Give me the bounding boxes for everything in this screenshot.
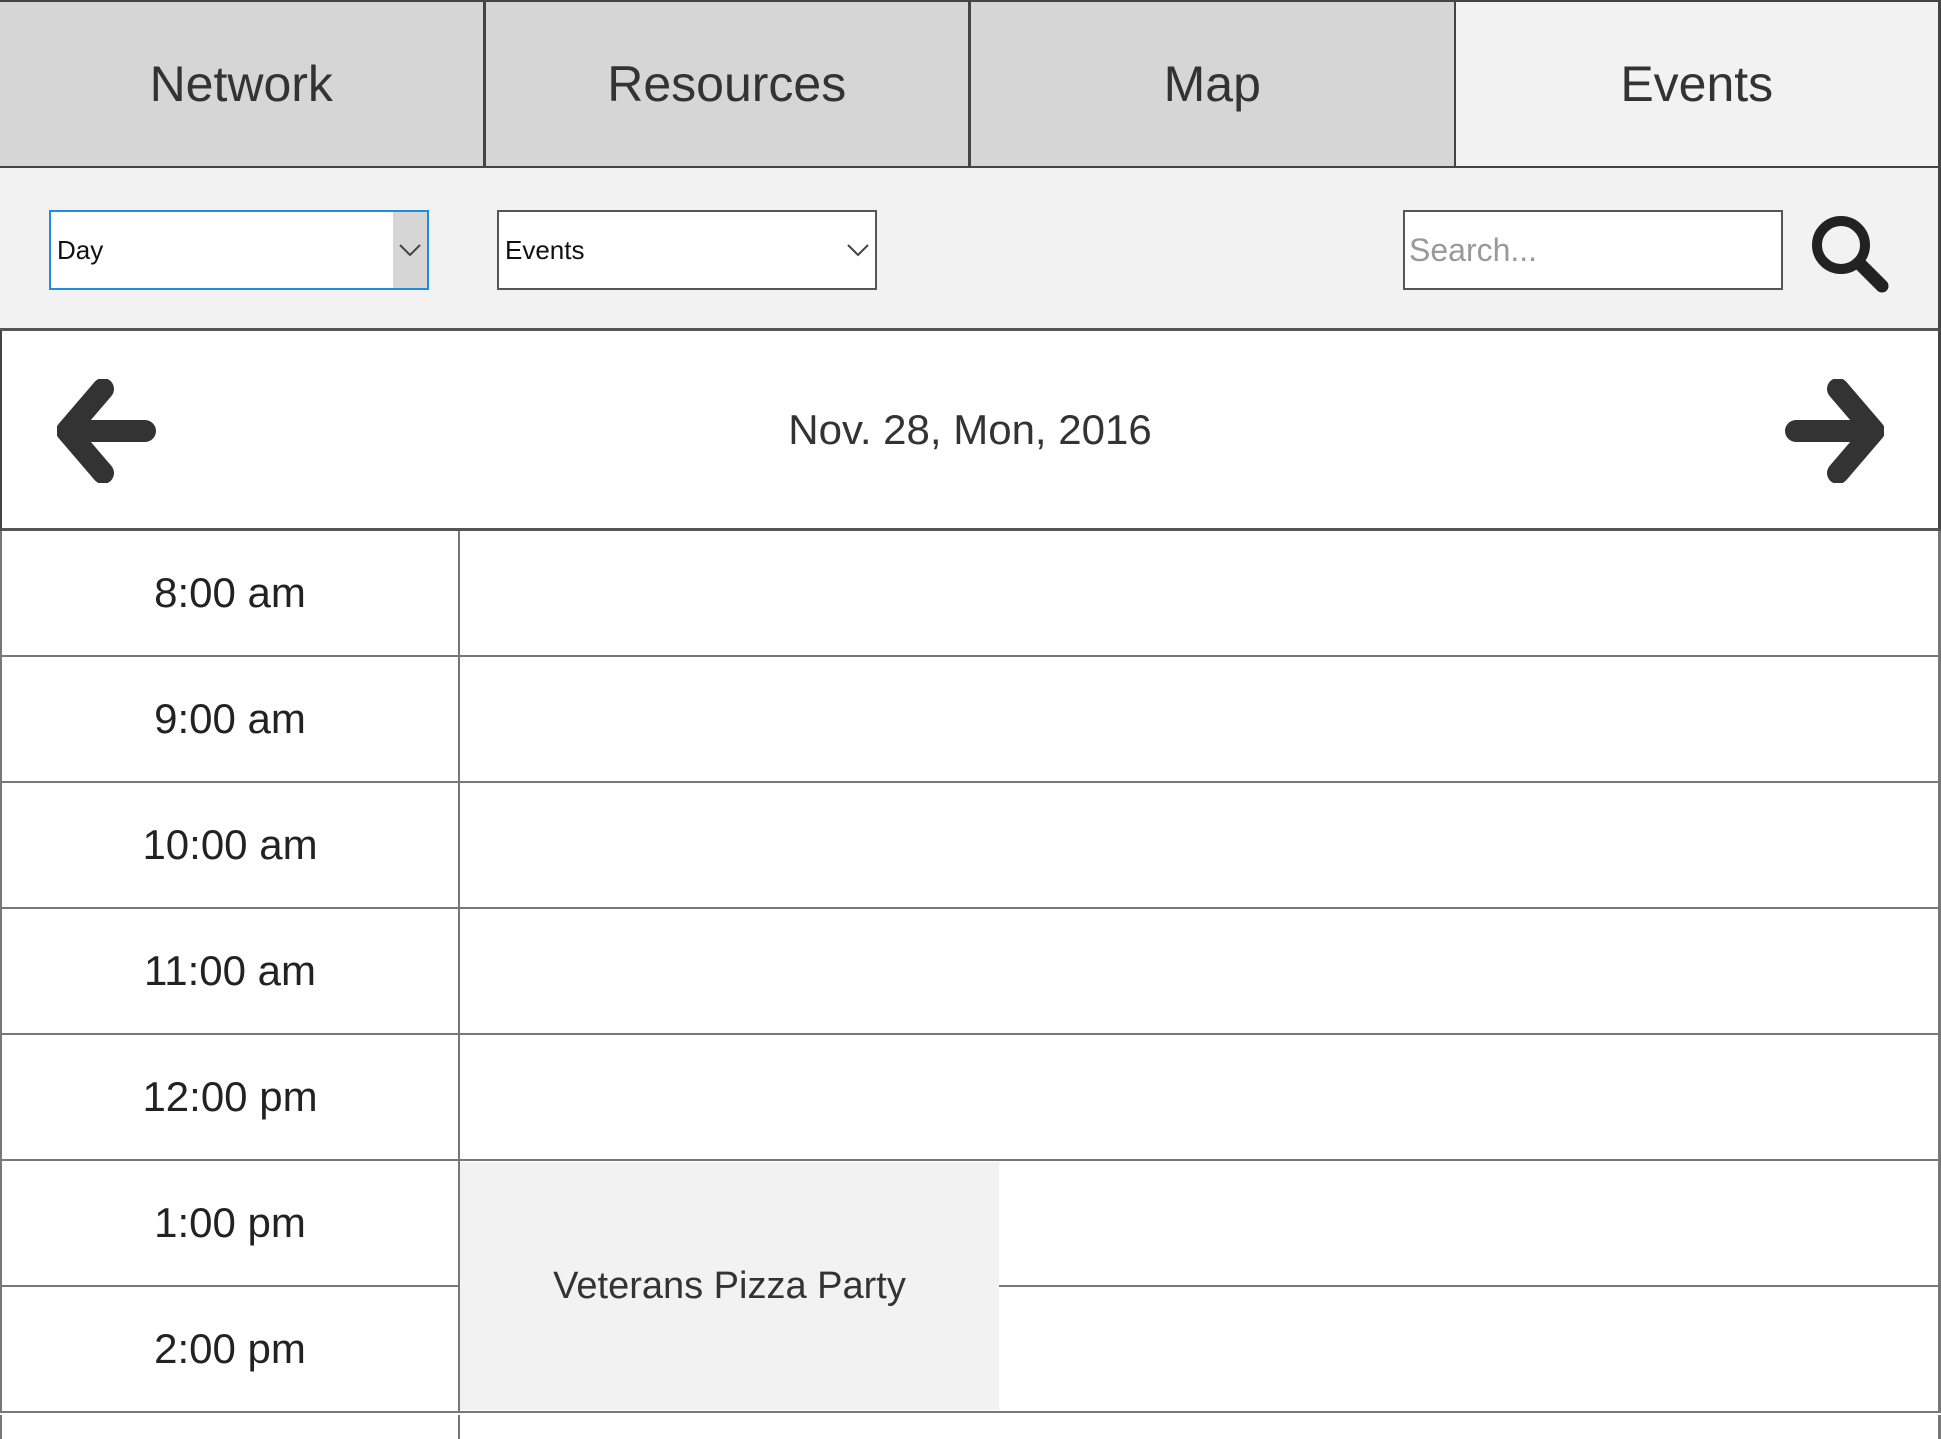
time-row: 8:00 am xyxy=(0,531,1941,657)
tab-network[interactable]: Network xyxy=(0,2,483,166)
time-label: 10:00 am xyxy=(0,783,460,907)
time-label: 1:00 pm xyxy=(0,1161,460,1285)
toolbar: Day Events xyxy=(0,168,1941,331)
time-label xyxy=(0,1415,460,1439)
chevron-down-icon xyxy=(393,212,427,288)
time-label: 9:00 am xyxy=(0,657,460,781)
arrow-right-icon[interactable] xyxy=(1784,378,1885,484)
time-slot[interactable] xyxy=(460,783,1941,907)
day-schedule: 8:00 am 9:00 am 10:00 am 11:00 am 12:00 … xyxy=(0,531,1941,1439)
view-select-value: Day xyxy=(57,235,104,265)
event-veterans-pizza-party[interactable]: Veterans Pizza Party xyxy=(460,1162,999,1410)
search-icon[interactable] xyxy=(1806,210,1892,296)
time-label: 2:00 pm xyxy=(0,1287,460,1411)
time-row: 10:00 am xyxy=(0,783,1941,909)
time-label: 12:00 pm xyxy=(0,1035,460,1159)
tab-resources[interactable]: Resources xyxy=(482,2,968,166)
day-navigation: Nov. 28, Mon, 2016 xyxy=(0,331,1941,531)
time-slot[interactable] xyxy=(460,657,1941,781)
filter-select-value: Events xyxy=(505,235,585,265)
view-select[interactable]: Day xyxy=(49,210,429,290)
time-row: 12:00 pm xyxy=(0,1035,1941,1161)
main-tabs: Network Resources Map Events xyxy=(0,0,1941,168)
tab-events[interactable]: Events xyxy=(1453,2,1941,166)
time-label: 11:00 am xyxy=(0,909,460,1033)
arrow-left-icon[interactable] xyxy=(56,378,157,484)
tab-map[interactable]: Map xyxy=(968,2,1454,166)
event-title: Veterans Pizza Party xyxy=(553,1264,906,1307)
time-slot[interactable] xyxy=(460,531,1941,655)
time-slot[interactable] xyxy=(460,909,1941,1033)
time-row: 11:00 am xyxy=(0,909,1941,1035)
time-row xyxy=(0,1415,1941,1439)
time-label: 8:00 am xyxy=(0,531,460,655)
chevron-down-icon xyxy=(841,212,875,288)
time-slot[interactable] xyxy=(460,1035,1941,1159)
current-date: Nov. 28, Mon, 2016 xyxy=(788,405,1152,453)
search-input[interactable] xyxy=(1403,210,1783,290)
time-slot[interactable] xyxy=(460,1415,1941,1439)
time-row: 9:00 am xyxy=(0,657,1941,783)
filter-select[interactable]: Events xyxy=(497,210,877,290)
